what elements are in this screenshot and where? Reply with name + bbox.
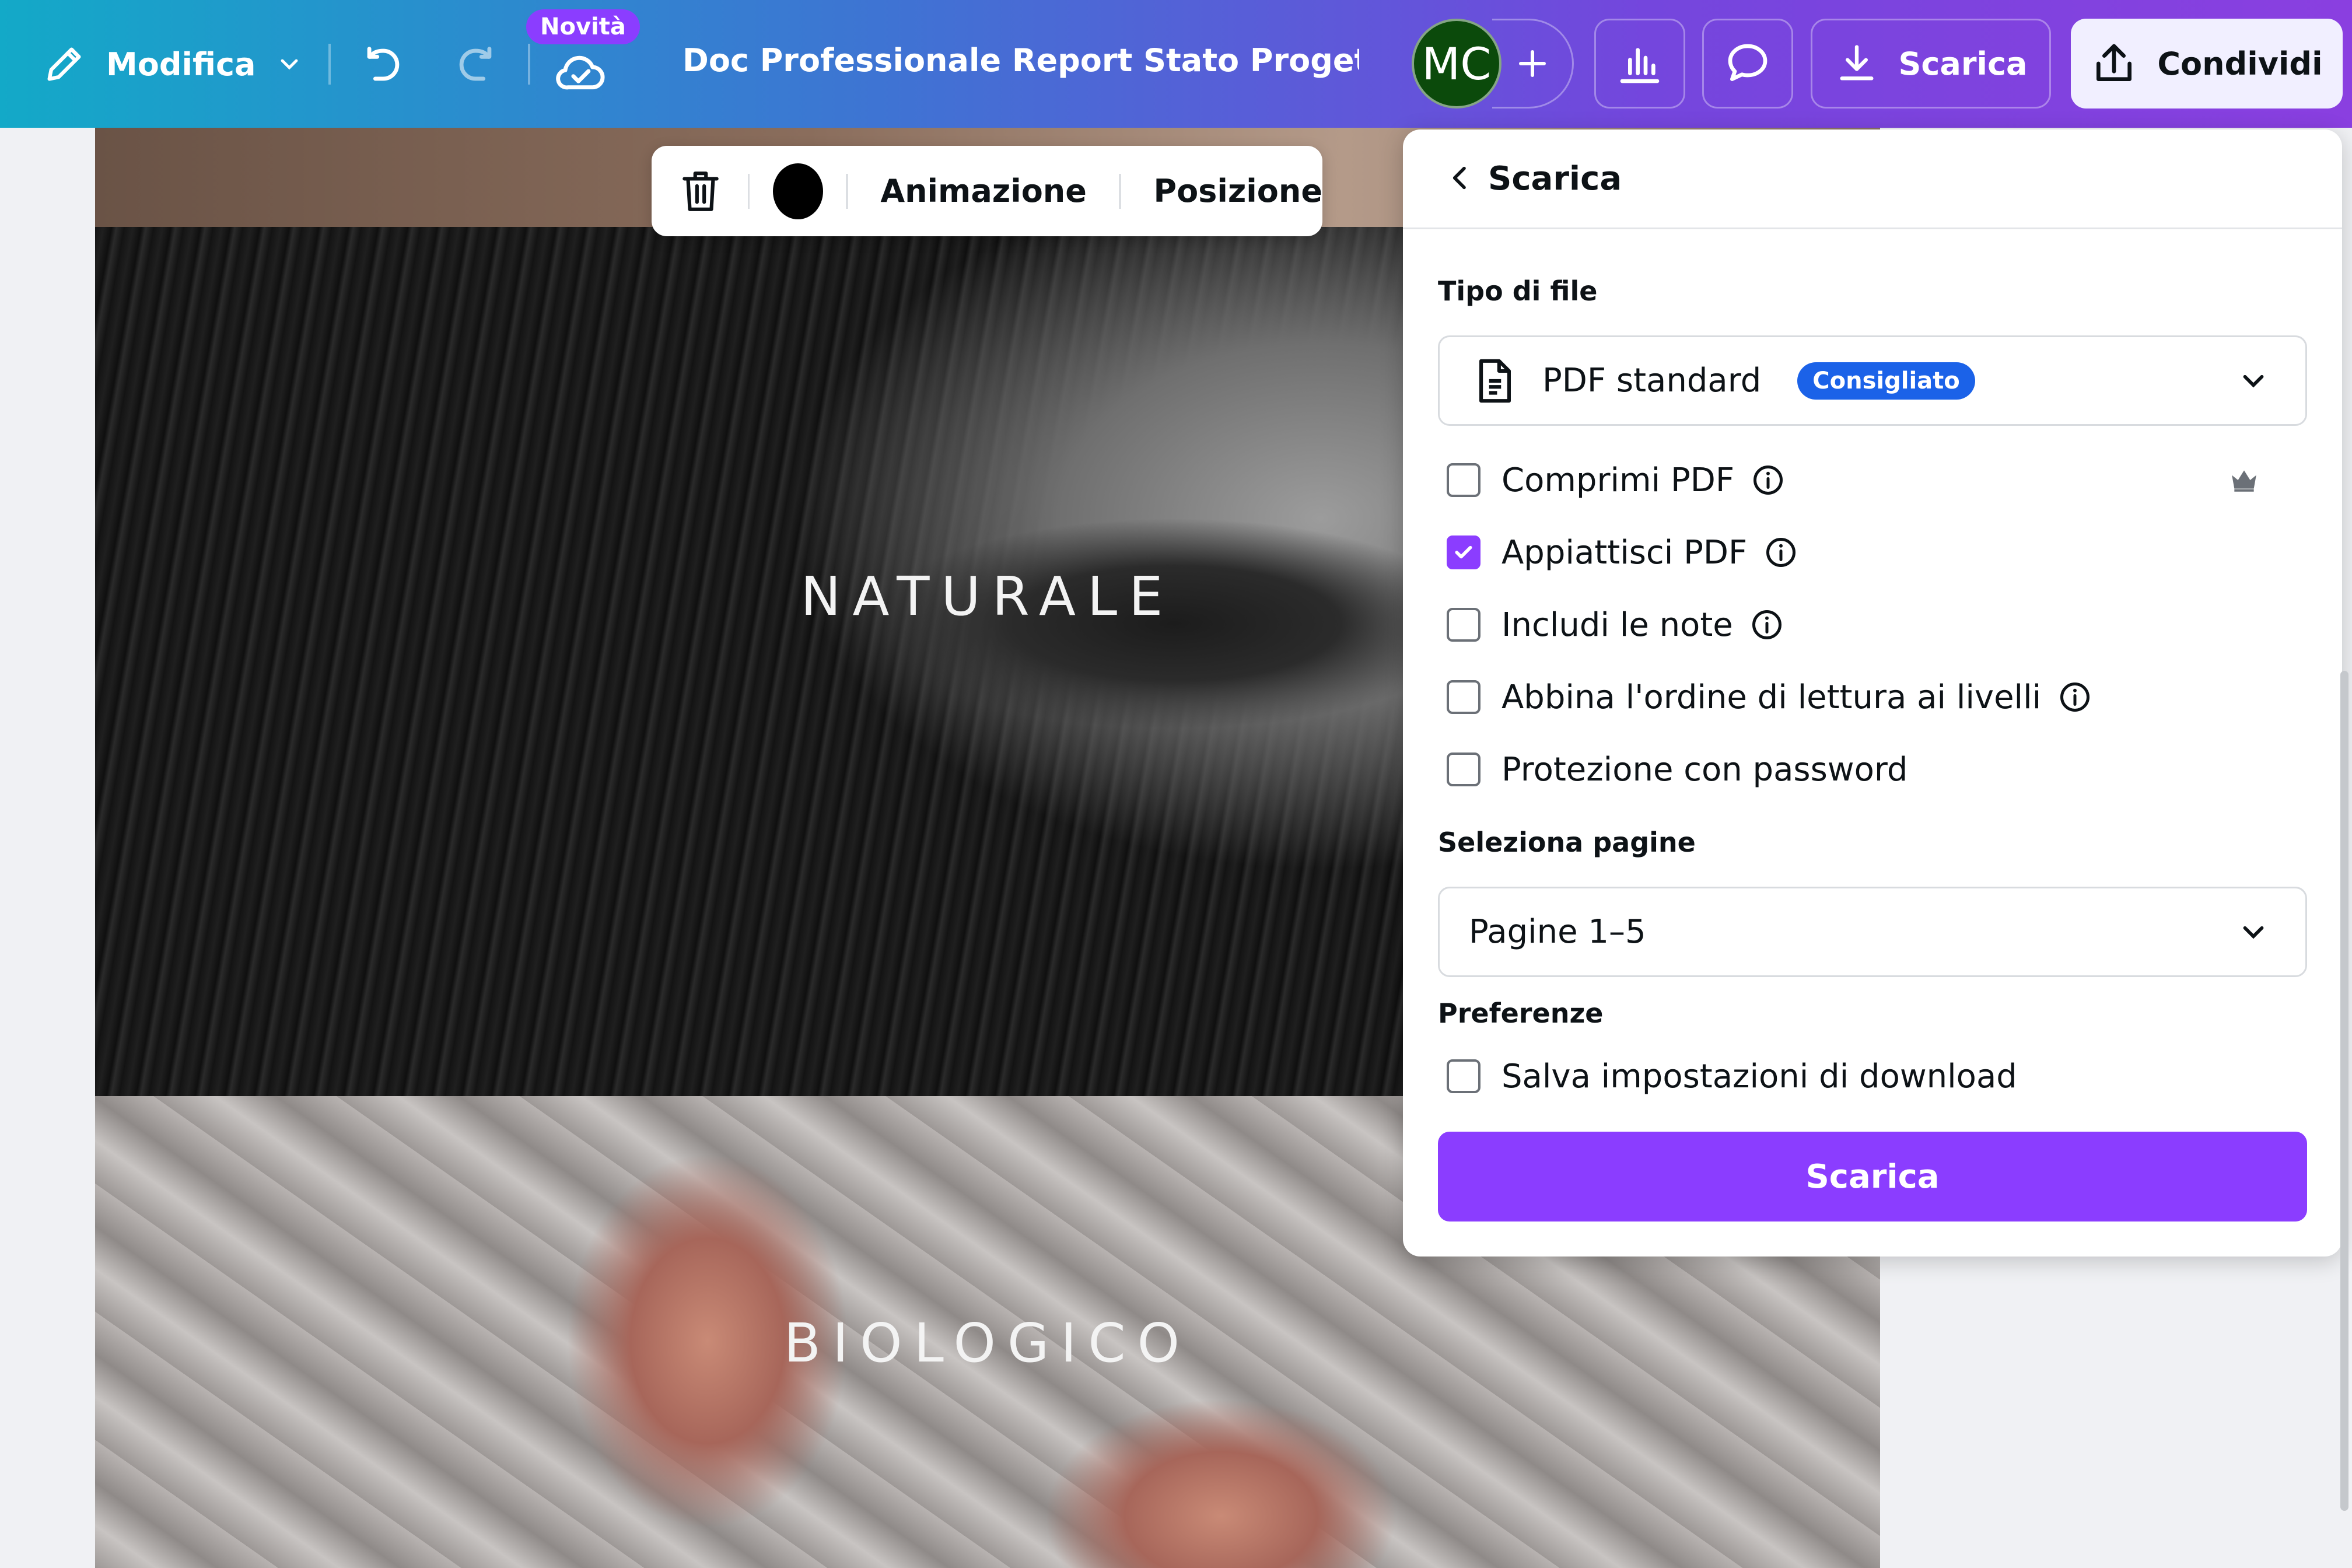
undo-button[interactable] bbox=[359, 41, 407, 89]
animation-button[interactable]: Animazione bbox=[880, 173, 1087, 209]
checkbox[interactable] bbox=[1447, 536, 1480, 569]
pencil-icon bbox=[47, 47, 81, 81]
checkbox[interactable] bbox=[1447, 463, 1480, 497]
download-icon bbox=[1840, 45, 1874, 80]
divider bbox=[846, 173, 848, 209]
chevron-down-icon bbox=[2243, 926, 2264, 939]
divider bbox=[1119, 173, 1121, 209]
chevron-down-icon bbox=[2243, 374, 2264, 387]
cloud-check-icon bbox=[556, 55, 605, 90]
checkmark-icon bbox=[1455, 545, 1472, 559]
info-icon[interactable] bbox=[1751, 463, 1786, 498]
trash-icon bbox=[682, 171, 719, 211]
comment-icon bbox=[1728, 44, 1768, 82]
edit-menu[interactable]: Modifica bbox=[42, 35, 303, 93]
divider bbox=[528, 44, 530, 85]
info-icon[interactable] bbox=[1763, 535, 1798, 570]
comments-button[interactable] bbox=[1702, 19, 1793, 108]
bar-chart-icon bbox=[1620, 48, 1660, 83]
element-toolbar: Animazione Posizione bbox=[652, 146, 1322, 236]
checkbox[interactable] bbox=[1447, 752, 1480, 786]
flatten-pdf-option[interactable]: Appiattisci PDF bbox=[1447, 529, 1798, 576]
pages-select[interactable]: Pagine 1–5 bbox=[1438, 887, 2307, 977]
confirm-download-button[interactable]: Scarica bbox=[1438, 1132, 2307, 1222]
document-icon bbox=[1479, 359, 1511, 402]
option-label: Salva impostazioni di download bbox=[1502, 1057, 2017, 1096]
delete-button[interactable] bbox=[674, 162, 727, 220]
divider bbox=[747, 173, 750, 209]
compress-pdf-option[interactable]: Comprimi PDF bbox=[1447, 457, 2304, 503]
cloud-save-button[interactable] bbox=[554, 48, 607, 94]
recommended-badge: Consigliato bbox=[1797, 362, 1975, 400]
option-label: Protezione con password bbox=[1502, 750, 1908, 789]
info-icon[interactable] bbox=[1749, 607, 1784, 642]
download-button[interactable]: Scarica bbox=[1811, 19, 2051, 108]
checkbox[interactable] bbox=[1447, 680, 1480, 714]
insights-button[interactable] bbox=[1594, 19, 1685, 108]
option-label: Comprimi PDF bbox=[1502, 461, 1735, 499]
include-notes-option[interactable]: Includi le note bbox=[1447, 601, 1784, 648]
new-badge: Novità bbox=[526, 9, 640, 44]
preferences-label: Preferenze bbox=[1438, 998, 1604, 1029]
crown-icon bbox=[2232, 470, 2256, 492]
pages-value: Pagine 1–5 bbox=[1469, 913, 1646, 951]
option-label: Appiattisci PDF bbox=[1502, 533, 1748, 572]
redo-icon bbox=[459, 47, 492, 81]
select-pages-label: Seleziona pagine bbox=[1438, 827, 1696, 858]
panel-header: Scarica bbox=[1403, 130, 2342, 229]
file-type-label: Tipo di file bbox=[1438, 275, 1598, 307]
avatar[interactable]: MC bbox=[1412, 19, 1502, 108]
chevron-left-icon bbox=[1452, 166, 1466, 190]
reading-order-option[interactable]: Abbina l'ordine di lettura ai livelli bbox=[1447, 674, 2092, 720]
password-protection-option[interactable]: Protezione con password bbox=[1447, 746, 1908, 793]
file-type-select[interactable]: PDF standard Consigliato bbox=[1438, 335, 2307, 426]
option-label: Abbina l'ordine di lettura ai livelli bbox=[1502, 678, 2042, 716]
download-button-label: Scarica bbox=[1898, 45, 2028, 82]
panel-title: Scarica bbox=[1488, 160, 1622, 198]
undo-icon bbox=[367, 47, 400, 81]
share-upload-icon bbox=[2096, 44, 2132, 82]
color-swatch[interactable] bbox=[772, 163, 823, 219]
document-title[interactable]: Doc Professionale Report Stato Progetto … bbox=[682, 42, 1359, 79]
share-button[interactable]: Condividi bbox=[2071, 19, 2343, 108]
download-panel: Scarica Tipo di file PDF standard Consig… bbox=[1403, 130, 2342, 1256]
back-button[interactable] bbox=[1444, 162, 1476, 197]
info-icon[interactable] bbox=[2057, 680, 2092, 715]
edit-menu-label: Modifica bbox=[106, 46, 256, 83]
file-type-value: PDF standard bbox=[1542, 362, 1762, 400]
scrollbar[interactable] bbox=[2340, 671, 2348, 1511]
save-settings-option[interactable]: Salva impostazioni di download bbox=[1447, 1053, 2017, 1100]
option-label: Includi le note bbox=[1502, 606, 1733, 644]
position-button[interactable]: Posizione bbox=[1154, 173, 1322, 209]
redo-button[interactable] bbox=[452, 41, 499, 89]
top-bar: Modifica Novità Doc Professionale Report… bbox=[0, 0, 2352, 128]
checkbox[interactable] bbox=[1447, 608, 1480, 642]
add-collaborator-button[interactable] bbox=[1492, 19, 1574, 108]
share-button-label: Condividi bbox=[2157, 45, 2323, 82]
checkbox[interactable] bbox=[1447, 1059, 1480, 1093]
plus-icon bbox=[1518, 50, 1546, 77]
chevron-down-icon bbox=[281, 59, 298, 70]
divider bbox=[328, 44, 331, 85]
headline-text[interactable]: BIOLOGICO bbox=[95, 1312, 1880, 1374]
